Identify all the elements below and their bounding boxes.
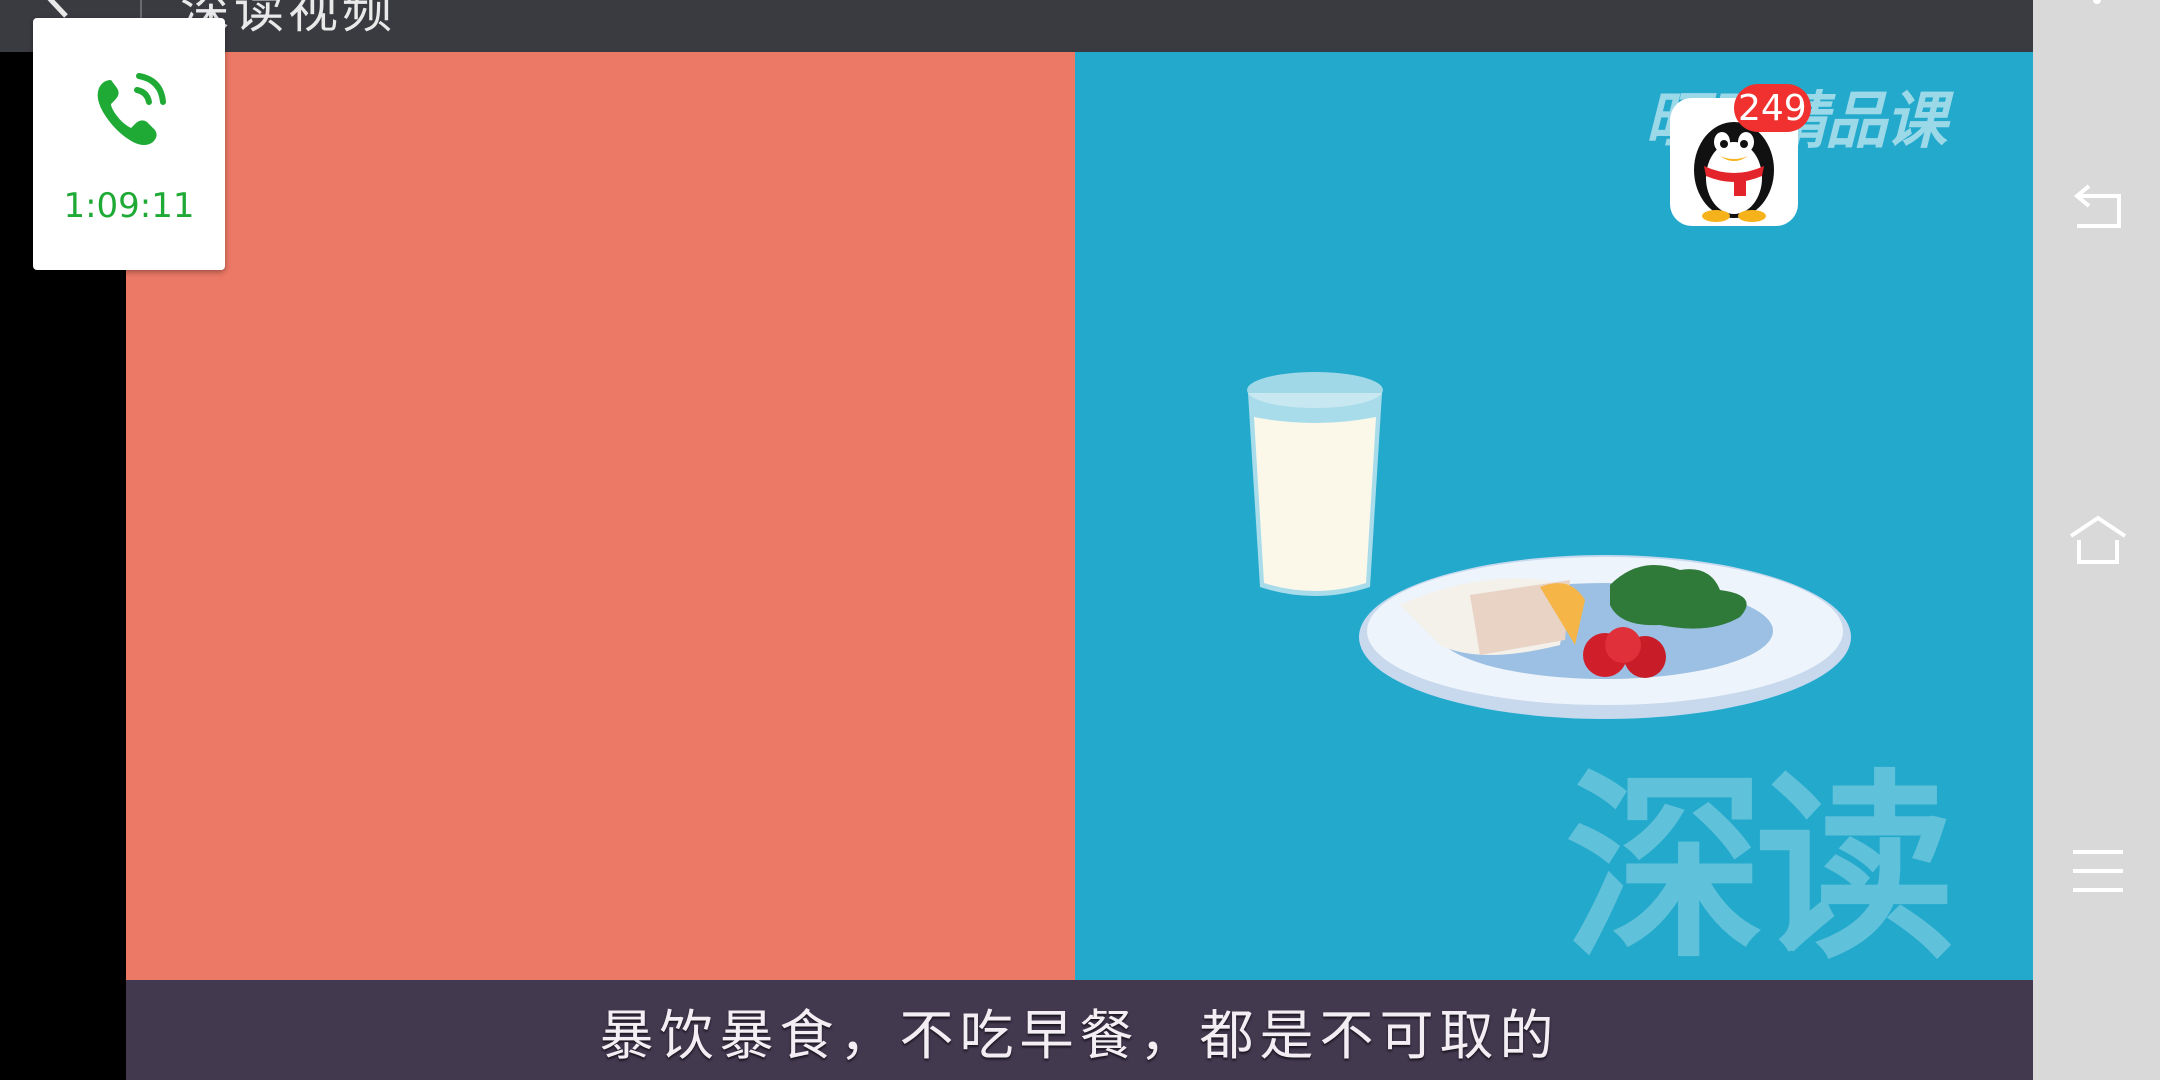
back-arrow-icon[interactable] — [38, 0, 80, 20]
call-timer: 1:09:11 — [63, 186, 195, 226]
app-top-bar: 深读视频 — [0, 0, 2033, 52]
video-subtitle: 暴饮暴食，不吃早餐，都是不可取的 — [599, 1003, 1560, 1067]
notification-badge: 249 — [1734, 84, 1811, 132]
subtitle-band: 暴饮暴食，不吃早餐，都是不可取的 — [126, 980, 2033, 1080]
phone-icon — [97, 73, 166, 145]
menu-icon[interactable] — [2067, 840, 2129, 902]
call-floating-widget[interactable]: 1:09:11 — [33, 18, 225, 270]
indicator-dot — [2093, 0, 2101, 4]
system-nav-bar — [2033, 0, 2160, 1080]
brand-watermark: 深读 — [1565, 753, 1955, 986]
milk-and-breakfast-illustration — [1247, 372, 1851, 719]
divider — [140, 0, 142, 18]
home-icon[interactable] — [2067, 510, 2129, 572]
video-left-panel — [126, 52, 1080, 980]
back-icon[interactable] — [2067, 178, 2129, 240]
